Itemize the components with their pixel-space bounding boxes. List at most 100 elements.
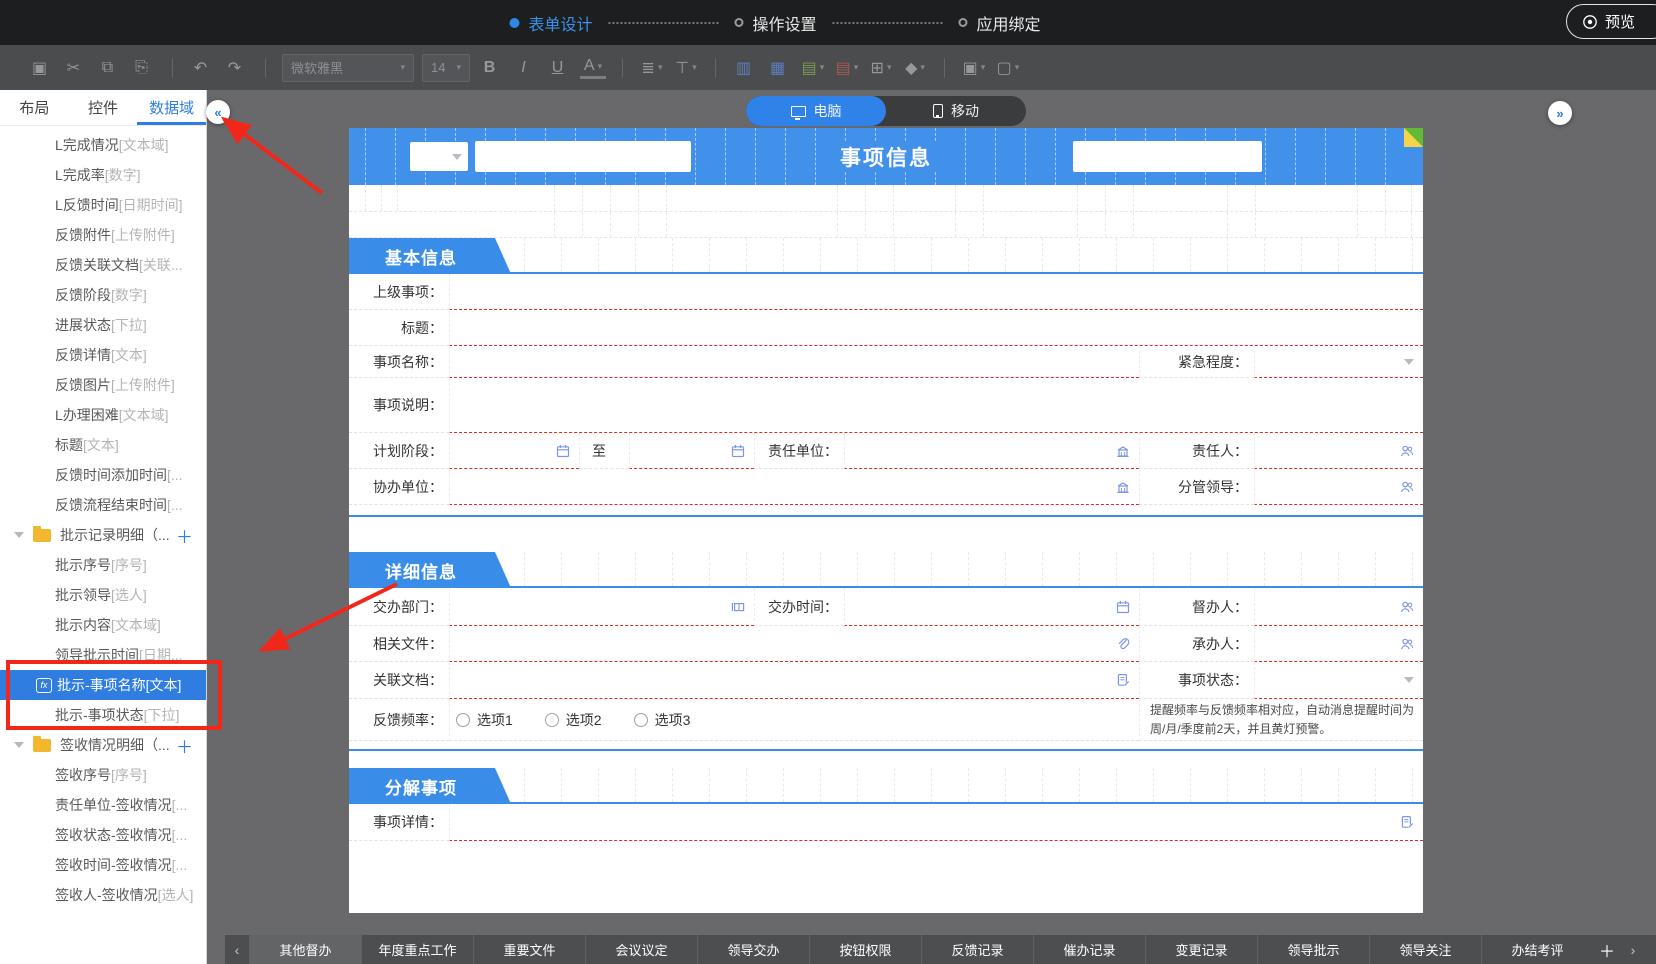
toolbar-icon[interactable]: ⧉ <box>96 54 122 82</box>
device-tab-mobile[interactable]: 移动 <box>886 96 1026 126</box>
toolbar-icon[interactable]: ▢ ▾ <box>995 54 1021 82</box>
expand-caret-icon[interactable] <box>14 532 24 543</box>
toolbar-icon[interactable]: ▦ <box>766 54 792 82</box>
toolbar-icon[interactable]: ▤ ▾ <box>834 54 860 82</box>
data-field-item[interactable]: L办理困难 [文本域] <box>0 400 206 430</box>
toolbar-icon[interactable]: ⊞ ▾ <box>868 54 894 82</box>
data-field-item[interactable]: 进展状态 [下拉] <box>0 310 206 340</box>
toolbar-icon[interactable]: ⎘ <box>130 54 156 82</box>
form-tab[interactable]: 变更记录 <box>1145 935 1257 964</box>
data-field-item[interactable]: 责任单位-签收情况 [... <box>0 790 206 820</box>
charge-leader-picker[interactable] <box>1254 469 1423 505</box>
data-field-item[interactable]: L完成情况 [文本域] <box>0 130 206 160</box>
paperclip-icon[interactable] <box>1116 637 1130 651</box>
plan-end-date-input[interactable] <box>629 433 754 469</box>
step-app-binding[interactable]: 应用绑定 <box>959 11 1041 35</box>
step-form-design[interactable]: 表单设计 <box>509 11 592 35</box>
toolbar-icon[interactable] <box>265 58 266 78</box>
toolbar-icon[interactable] <box>622 58 623 78</box>
org-picker-icon[interactable] <box>1116 444 1130 458</box>
data-field-item[interactable]: 签收状态-签收情况 [... <box>0 820 206 850</box>
form-tab[interactable]: 催办记录 <box>1033 935 1145 964</box>
calendar-icon[interactable] <box>1116 600 1130 614</box>
toolbar-icon[interactable]: 微软雅黑 ▾ <box>282 54 414 82</box>
assist-unit-picker[interactable] <box>449 469 1139 505</box>
section-tab-detail[interactable]: 详细信息 <box>349 552 511 588</box>
sidebar-tab[interactable]: 控件 <box>69 90 138 125</box>
related-docs-picker[interactable] <box>449 662 1139 699</box>
urgency-select[interactable] <box>1254 346 1423 378</box>
form-tab[interactable]: 重要文件 <box>473 935 585 964</box>
header-input-left[interactable] <box>475 141 691 172</box>
document-link-icon[interactable] <box>1400 815 1414 829</box>
toolbar-icon[interactable]: U <box>546 54 572 82</box>
supervisor-picker[interactable] <box>1254 588 1423 626</box>
toolbar-icon[interactable]: ▣ ▾ <box>961 54 987 82</box>
toolbar-icon[interactable] <box>715 58 716 78</box>
toolbar-icon[interactable]: ◆ ▾ <box>902 54 928 82</box>
device-tab-pc[interactable]: 电脑 <box>746 96 886 126</box>
data-field-item[interactable]: 标题 [文本] <box>0 430 206 460</box>
sidebar-tab[interactable]: 数据域 <box>137 90 206 125</box>
data-field-item[interactable]: 反馈图片 [上传附件] <box>0 370 206 400</box>
sidebar-tab[interactable]: 布局 <box>0 90 69 125</box>
toolbar-icon[interactable]: ▣ <box>28 54 54 82</box>
assign-time-input[interactable] <box>844 588 1139 626</box>
toolbar-icon[interactable]: ≣ ▾ <box>639 54 665 82</box>
section-tab-decompose[interactable]: 分解事项 <box>349 768 511 804</box>
toolbar-icon[interactable]: ↶ <box>189 54 215 82</box>
parent-item-input[interactable] <box>449 274 1423 310</box>
form-tab[interactable]: 年度重点工作 <box>361 935 473 964</box>
toolbar-icon[interactable]: ↷ <box>223 54 249 82</box>
step-operation-settings[interactable]: 操作设置 <box>734 11 816 35</box>
data-field-item[interactable]: 反馈详情 [文本] <box>0 340 206 370</box>
data-field-item[interactable]: L完成率 [数字] <box>0 160 206 190</box>
calendar-icon[interactable] <box>556 444 570 458</box>
assign-dept-picker[interactable] <box>449 588 754 626</box>
person-picker-icon[interactable] <box>1400 480 1414 494</box>
form-tab[interactable]: 领导关注 <box>1369 935 1481 964</box>
toolbar-icon[interactable]: ✂ <box>62 54 88 82</box>
data-field-item[interactable]: L反馈时间 [日期时间] <box>0 190 206 220</box>
person-picker-icon[interactable] <box>1400 637 1414 651</box>
add-field-button[interactable]: ＋ <box>176 733 193 758</box>
related-files-upload[interactable] <box>449 626 1139 662</box>
scroll-tabs-right-button[interactable]: › <box>1621 935 1645 964</box>
form-tab[interactable]: 按钮权限 <box>809 935 921 964</box>
title-input[interactable] <box>449 310 1423 346</box>
header-input-right[interactable] <box>1073 141 1262 172</box>
person-picker-icon[interactable] <box>1400 600 1414 614</box>
toolbar-icon[interactable]: ⊤ ▾ <box>673 54 699 82</box>
collapse-sidebar-button[interactable]: « <box>206 100 230 124</box>
expand-right-panel-button[interactable]: » <box>1548 101 1572 125</box>
radio-circle-icon[interactable] <box>545 713 559 727</box>
header-dropdown[interactable] <box>410 142 468 171</box>
resp-unit-picker[interactable] <box>844 433 1139 469</box>
data-field-item[interactable]: 反馈时间添加时间 [... <box>0 460 206 490</box>
item-detail-picker[interactable] <box>449 804 1423 841</box>
data-field-item[interactable]: 批示序号 [序号] <box>0 550 206 580</box>
toolbar-icon[interactable] <box>944 58 945 78</box>
data-field-item[interactable]: 领导批示时间 [日期... <box>0 640 206 670</box>
item-status-select[interactable] <box>1254 662 1423 699</box>
document-link-icon[interactable] <box>1116 673 1130 687</box>
form-tab[interactable]: 办结考评 <box>1481 935 1593 964</box>
data-field-item[interactable]: fx 批示-事项名称 [文本] <box>0 670 206 700</box>
data-field-item[interactable]: 签收人-签收情况 [选人] <box>0 880 206 910</box>
data-field-item[interactable]: 签收时间-签收情况 [... <box>0 850 206 880</box>
radio-option[interactable]: 选项2 <box>545 710 602 730</box>
toolbar-icon[interactable]: ▥ <box>732 54 758 82</box>
section-tab-basic[interactable]: 基本信息 <box>349 238 511 274</box>
item-desc-input[interactable] <box>449 378 1423 433</box>
form-tab[interactable]: 其他督办 <box>249 935 361 964</box>
undertaker-picker[interactable] <box>1254 626 1423 662</box>
radio-option[interactable]: 选项3 <box>634 710 691 730</box>
add-form-tab-button[interactable]: ＋ <box>1593 935 1621 964</box>
form-tab[interactable]: 领导批示 <box>1257 935 1369 964</box>
data-field-item[interactable]: 签收序号 [序号] <box>0 760 206 790</box>
expand-caret-icon[interactable] <box>14 742 24 753</box>
person-picker-icon[interactable] <box>1400 444 1414 458</box>
resp-person-picker[interactable] <box>1254 433 1423 469</box>
form-tab[interactable]: 反馈记录 <box>921 935 1033 964</box>
radio-circle-icon[interactable] <box>456 713 470 727</box>
